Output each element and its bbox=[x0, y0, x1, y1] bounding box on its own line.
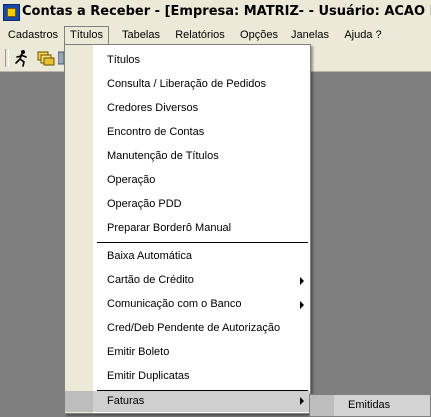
folder-stack-icon[interactable] bbox=[36, 49, 56, 67]
menu-relatorios[interactable]: Relatórios bbox=[175, 26, 225, 44]
menu-item-credores-diversos[interactable]: Credores Diversos bbox=[65, 97, 310, 121]
menu-item-comunicacao-com-o-banco[interactable]: Comunicação com o Banco bbox=[65, 293, 310, 317]
menu-item-label: Baixa Automática bbox=[107, 250, 192, 262]
menu-item-label: Faturas bbox=[107, 395, 145, 407]
menu-item-emitir-boleto[interactable]: Emitir Boleto bbox=[65, 341, 310, 365]
menu-janelas[interactable]: Janelas bbox=[291, 26, 329, 44]
menu-item-operacao[interactable]: Operação bbox=[65, 169, 310, 193]
menu-item-consulta-liberacao-pedidos[interactable]: Consulta / Liberação de Pedidos bbox=[65, 73, 310, 97]
submenu-arrow-icon bbox=[300, 301, 304, 309]
submenu-item-emitidas[interactable]: Emitidas bbox=[348, 399, 390, 411]
menu-item-emitir-duplicatas[interactable]: Emitir Duplicatas bbox=[65, 365, 310, 389]
menu-separator bbox=[97, 242, 308, 243]
menu-item-label: Encontro de Contas bbox=[107, 126, 205, 138]
menu-item-label: Credores Diversos bbox=[107, 102, 199, 114]
menu-item-label: Operação PDD bbox=[107, 198, 182, 210]
submenu-arrow-icon bbox=[300, 397, 304, 405]
menu-item-preparar-bordero-manual[interactable]: Preparar Borderô Manual bbox=[65, 217, 310, 241]
submenu-icon-gutter bbox=[310, 395, 334, 416]
menu-opcoes[interactable]: Opções bbox=[239, 26, 279, 44]
menu-ajuda[interactable]: Ajuda ? bbox=[343, 26, 383, 44]
window-title: Contas a Receber - [Empresa: MATRIZ- - U… bbox=[22, 4, 431, 19]
menu-item-gutter-highlight bbox=[65, 391, 93, 412]
menu-tabelas[interactable]: Tabelas bbox=[121, 26, 161, 44]
menu-item-titulos[interactable]: Títulos bbox=[65, 49, 310, 73]
menu-item-operacao-pdd[interactable]: Operação PDD bbox=[65, 193, 310, 217]
menu-item-label: Preparar Borderô Manual bbox=[107, 222, 232, 234]
menu-item-label: Cartão de Crédito bbox=[107, 274, 194, 286]
titulos-dropdown-menu: Títulos Consulta / Liberação de Pedidos … bbox=[64, 44, 311, 414]
runner-icon[interactable] bbox=[12, 49, 32, 67]
menu-item-encontro-de-contas[interactable]: Encontro de Contas bbox=[65, 121, 310, 145]
toolbar-grip bbox=[5, 49, 9, 67]
faturas-submenu: Emitidas bbox=[309, 394, 431, 417]
menu-item-label: Comunicação com o Banco bbox=[107, 298, 242, 310]
menu-item-faturas[interactable]: Faturas bbox=[65, 391, 310, 412]
menu-item-label: Operação bbox=[107, 174, 156, 186]
menu-item-cred-deb-pendente[interactable]: Cred/Deb Pendente de Autorização bbox=[65, 317, 310, 341]
menu-item-label: Emitir Duplicatas bbox=[107, 370, 190, 382]
menu-item-manutencao-de-titulos[interactable]: Manutenção de Títulos bbox=[65, 145, 310, 169]
submenu-arrow-icon bbox=[300, 277, 304, 285]
menu-item-label: Emitir Boleto bbox=[107, 346, 170, 358]
menu-titulos[interactable]: Títulos bbox=[64, 26, 109, 45]
menu-item-label: Consulta / Liberação de Pedidos bbox=[107, 78, 266, 90]
menu-item-label: Títulos bbox=[107, 54, 141, 66]
menu-item-label: Cred/Deb Pendente de Autorização bbox=[107, 322, 281, 334]
menu-item-label: Manutenção de Títulos bbox=[107, 150, 219, 162]
title-bar: Contas a Receber - [Empresa: MATRIZ- - U… bbox=[0, 0, 431, 27]
menu-bar: Cadastros Títulos Tabelas Relatórios Opç… bbox=[0, 26, 431, 46]
app-icon[interactable] bbox=[3, 4, 20, 21]
menu-item-baixa-automatica[interactable]: Baixa Automática bbox=[65, 245, 310, 269]
menu-cadastros[interactable]: Cadastros bbox=[7, 26, 59, 44]
menu-item-cartao-de-credito[interactable]: Cartão de Crédito bbox=[65, 269, 310, 293]
